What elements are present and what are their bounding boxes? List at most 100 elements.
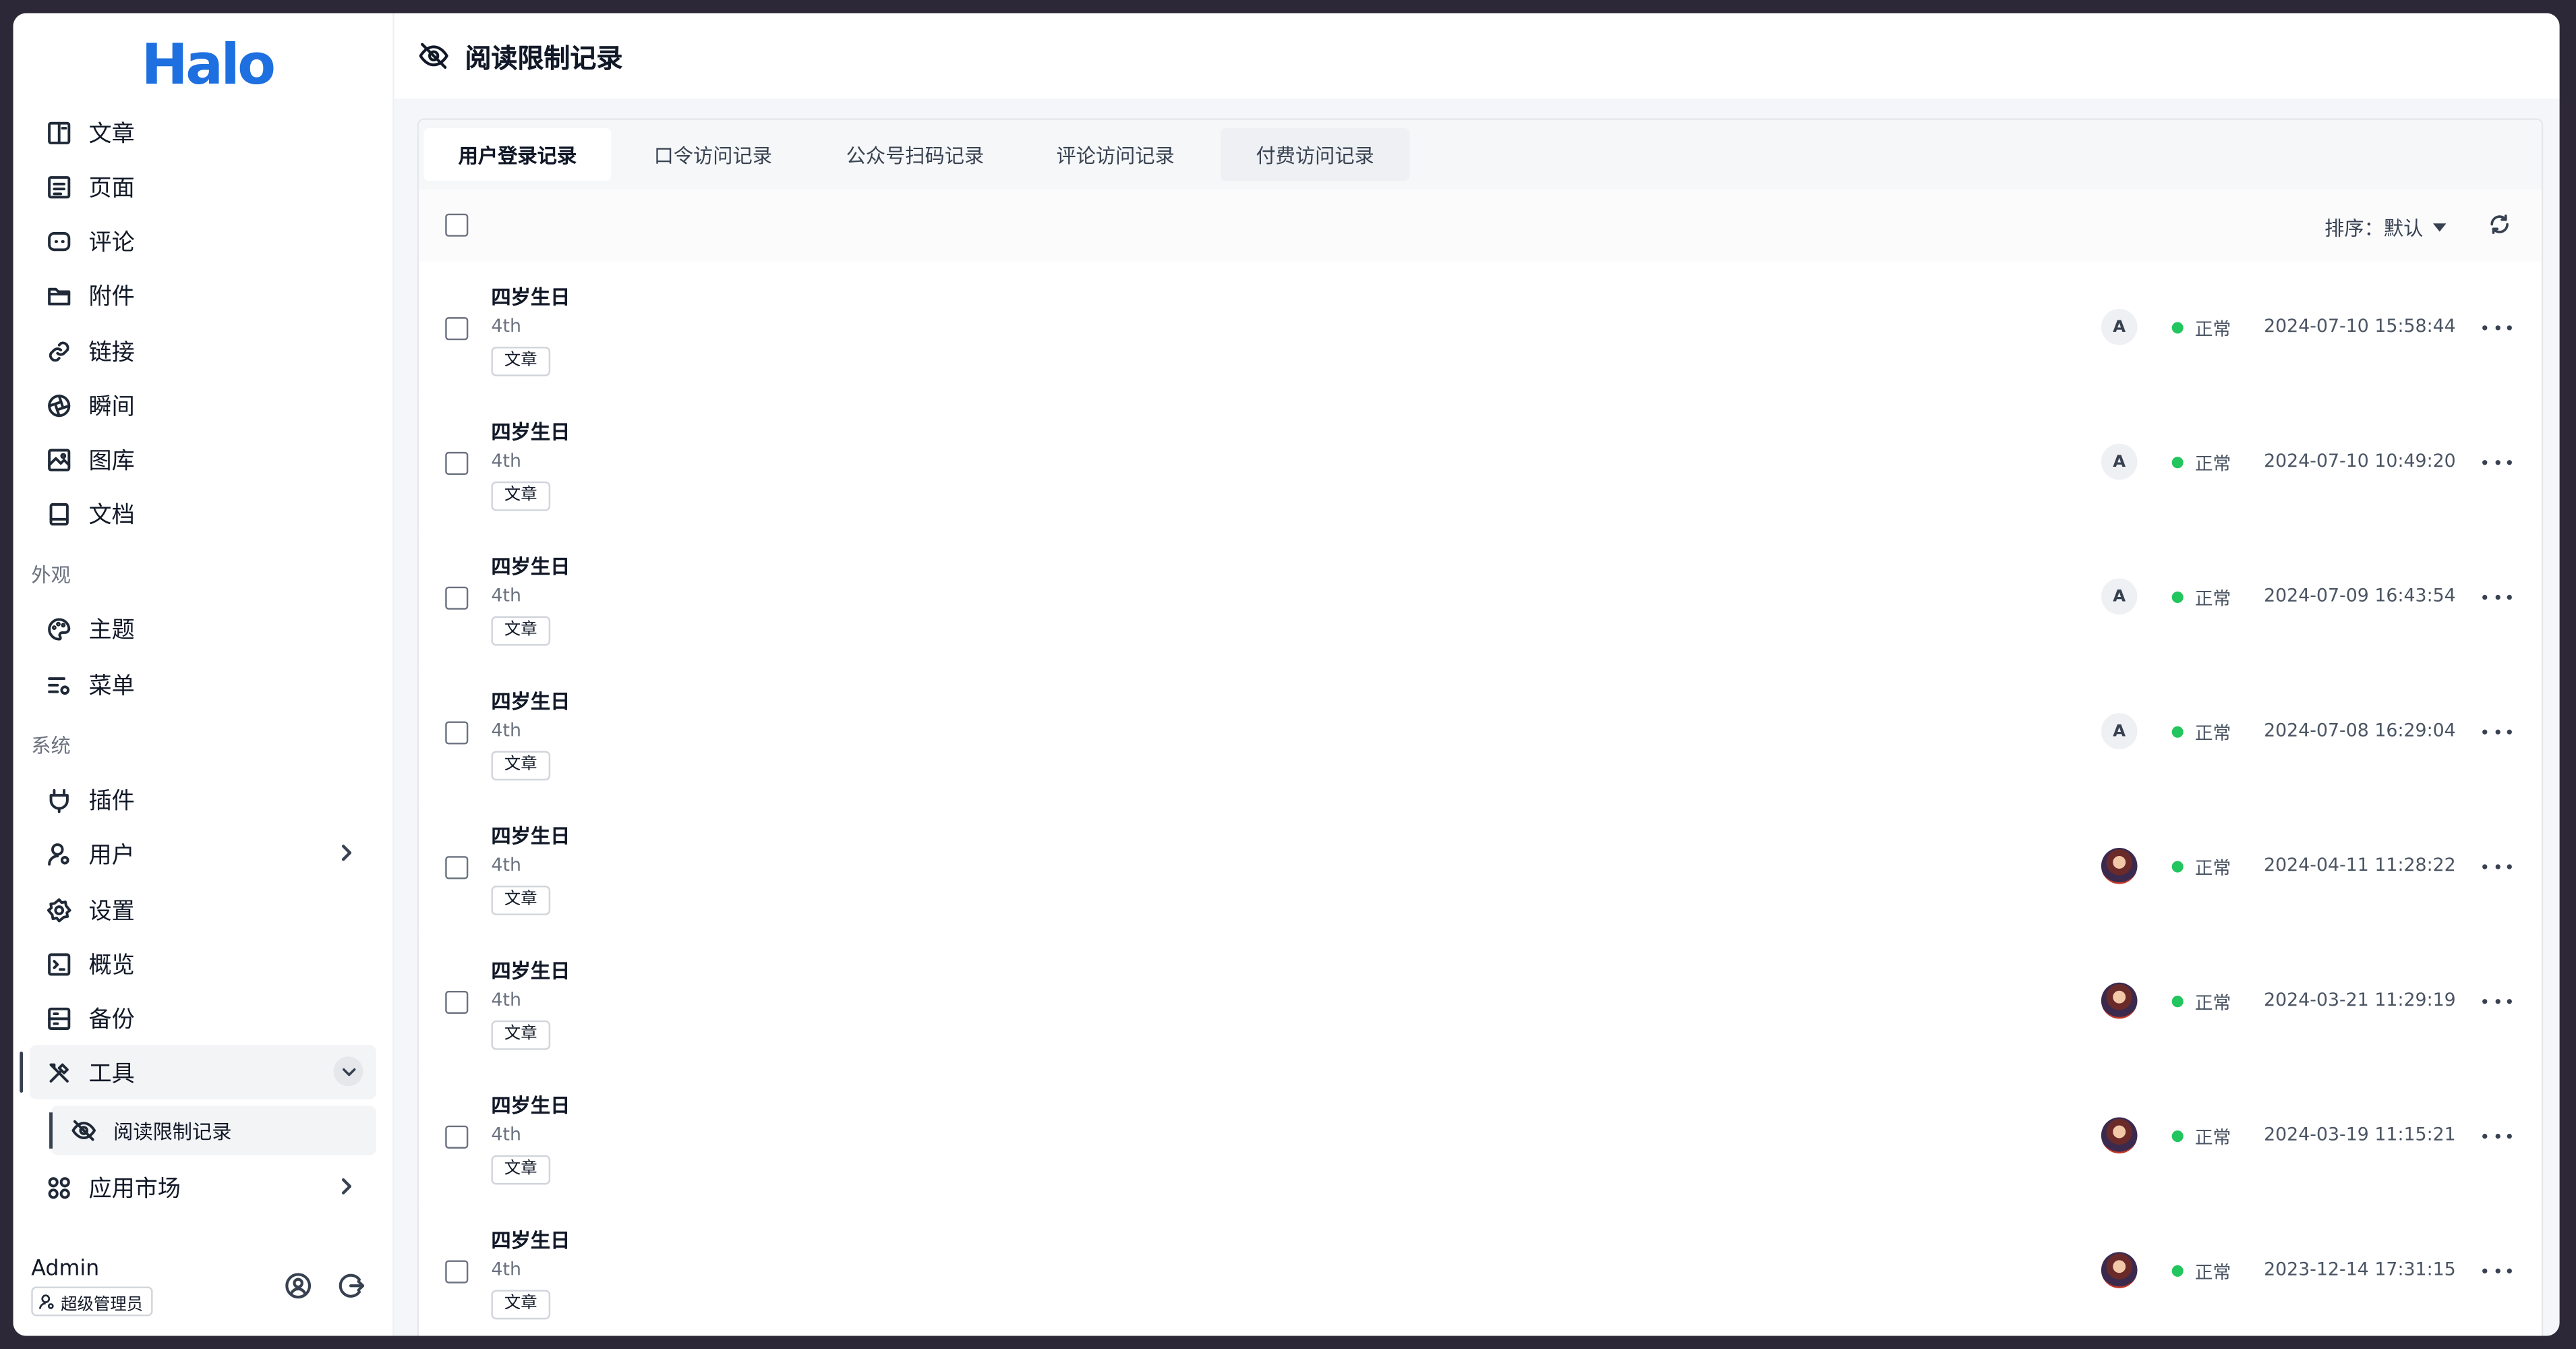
avatar[interactable] [2101,1117,2138,1154]
more-actions-button[interactable] [2482,450,2512,473]
row-checkbox[interactable] [445,317,469,341]
row-checkbox[interactable] [445,586,469,610]
sidebar-item-label: 插件 [88,788,135,815]
sidebar-item-docs[interactable]: 文档 [30,486,376,540]
tab-password-access-records[interactable]: 口令访问记录 [616,128,810,181]
table-row[interactable]: 四岁生日 4th 文章 A 正常 2024-07-09 16:43:54 [419,530,2542,668]
role-badge: 超级管理员 [31,1286,153,1317]
aperture-icon [45,391,74,420]
post-title[interactable]: 四岁生日 [491,822,570,849]
type-tag: 文章 [491,1290,551,1320]
post-title[interactable]: 四岁生日 [491,687,570,714]
post-title[interactable]: 四岁生日 [491,1226,570,1253]
avatar[interactable] [2101,848,2138,884]
row-checkbox[interactable] [445,990,469,1014]
profile-button[interactable] [281,1269,314,1302]
sidebar-item-users[interactable]: 用户 [30,826,376,880]
sidebar-item-attachments[interactable]: 附件 [30,268,376,322]
sidebar-item-label: 设置 [88,898,135,925]
sort-dropdown[interactable]: 排序：默认 [2324,214,2447,241]
sidebar-item-themes[interactable]: 主题 [30,602,376,656]
status-dot [2171,1265,2184,1277]
post-slug: 4th [491,720,521,741]
more-actions-button[interactable] [2482,1124,2512,1147]
table-row[interactable]: 四岁生日 4th 文章 正常 2023-12-14 17:31:15 [419,1204,2542,1336]
avatar[interactable]: A [2101,713,2138,749]
more-actions-button[interactable] [2482,585,2512,608]
row-checkbox[interactable] [445,1125,469,1149]
table-row[interactable]: 四岁生日 4th 文章 A 正常 2024-07-10 10:49:20 [419,396,2542,533]
app-frame: Halo 文章 页面 评论 附件 链接 瞬间 图库 文档 外观 主题 菜单 系统… [13,13,2560,1336]
records-card: 用户登录记录 口令访问记录 公众号扫码记录 评论访问记录 付费访问记录 排序：默… [417,118,2544,1336]
sidebar-item-settings[interactable]: 设置 [30,882,376,936]
row-checkbox[interactable] [445,1260,469,1284]
avatar[interactable] [2101,1252,2138,1288]
status-text: 正常 [2194,857,2231,880]
record-time: 2024-07-10 15:58:44 [2264,315,2456,337]
refresh-button[interactable] [2487,212,2513,238]
avatar[interactable]: A [2101,443,2138,480]
sidebar-item-label: 用户 [88,842,135,869]
row-checkbox[interactable] [445,856,469,880]
table-row[interactable]: 四岁生日 4th 文章 正常 2024-03-21 11:29:19 [419,935,2542,1072]
sidebar-item-comments[interactable]: 评论 [30,214,376,268]
avatar[interactable] [2101,982,2138,1019]
type-tag: 文章 [491,1020,551,1050]
record-time: 2024-04-11 11:28:22 [2264,854,2456,876]
more-actions-button[interactable] [2482,1259,2512,1282]
tab-comment-access-records[interactable]: 评论访问记录 [1018,128,1212,181]
avatar[interactable]: A [2101,308,2138,345]
sidebar-item-overview[interactable]: 概览 [30,937,376,991]
post-title[interactable]: 四岁生日 [491,552,570,580]
sidebar-item-menus[interactable]: 菜单 [30,657,376,711]
avatar[interactable]: A [2101,578,2138,615]
more-actions-button[interactable] [2482,316,2512,339]
status-text: 正常 [2194,992,2231,1014]
tab-user-login-records[interactable]: 用户登录记录 [423,128,612,181]
sidebar-item-tools[interactable]: 工具 [20,1045,376,1099]
sidebar-subitem-read-limit-records[interactable]: 阅读限制记录 [49,1106,376,1155]
sidebar-item-label: 图库 [88,447,135,474]
sidebar-item-app-market[interactable]: 应用市场 [30,1160,376,1214]
post-title[interactable]: 四岁生日 [491,956,570,984]
select-all-checkbox[interactable] [445,213,469,237]
tab-paid-access-records[interactable]: 付费访问记录 [1221,128,1410,181]
sidebar-item-pages[interactable]: 页面 [30,159,376,213]
table-row[interactable]: 四岁生日 4th 文章 正常 2024-03-19 11:15:21 [419,1069,2542,1207]
row-checkbox[interactable] [445,721,469,745]
sidebar-item-plugins[interactable]: 插件 [30,772,376,826]
sidebar-item-label: 主题 [88,616,135,643]
doc-icon [45,498,74,528]
sidebar-item-gallery[interactable]: 图库 [30,432,376,486]
post-title[interactable]: 四岁生日 [491,1091,570,1119]
gear-icon [45,894,74,924]
more-actions-button[interactable] [2482,989,2512,1012]
post-slug: 4th [491,450,521,472]
status-dot [2171,996,2184,1008]
refresh-icon [2490,214,2509,234]
sidebar-item-label: 文档 [88,502,135,529]
caret-down-icon [2433,223,2447,232]
record-time: 2024-07-10 10:49:20 [2264,450,2456,472]
halo-logo[interactable]: Halo [142,33,276,98]
post-title[interactable]: 四岁生日 [491,283,570,310]
more-actions-button[interactable] [2482,855,2512,878]
table-row[interactable]: 四岁生日 4th 文章 正常 2024-04-11 11:28:22 [419,800,2542,937]
status-dot [2171,1130,2184,1143]
table-row[interactable]: 四岁生日 4th 文章 A 正常 2024-07-10 15:58:44 [419,261,2542,398]
more-dots-icon [2482,998,2488,1004]
row-checkbox[interactable] [445,451,469,476]
more-actions-button[interactable] [2482,720,2512,743]
sidebar-item-label: 瞬间 [88,393,135,420]
logout-button[interactable] [335,1269,368,1302]
sidebar-item-links[interactable]: 链接 [30,324,376,378]
sidebar-item-backup[interactable]: 备份 [30,991,376,1045]
tab-wechat-scan-records[interactable]: 公众号扫码记录 [818,128,1012,181]
post-title[interactable]: 四岁生日 [491,418,570,445]
sidebar-item-posts[interactable]: 文章 [30,105,376,159]
sidebar-item-moments[interactable]: 瞬间 [30,378,376,432]
role-label: 超级管理员 [61,1295,143,1314]
post-slug: 4th [491,989,521,1011]
table-row[interactable]: 四岁生日 4th 文章 A 正常 2024-07-08 16:29:04 [419,665,2542,802]
status-text: 正常 [2194,453,2231,476]
